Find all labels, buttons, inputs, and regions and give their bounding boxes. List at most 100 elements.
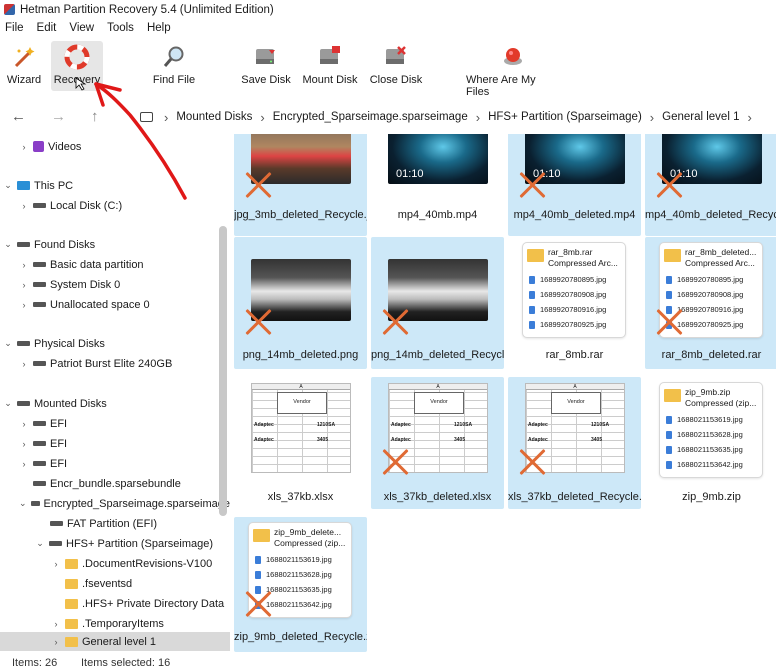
deleted-mark-icon [244,589,274,619]
archive-entry: 1689920780925.jpg [677,320,744,329]
save-disk-button[interactable]: Save Disk [240,41,292,91]
deleted-mark-icon [381,307,411,337]
tree-item-document-revisions[interactable]: › .DocumentRevisions-V100 [0,554,230,573]
back-arrow-icon[interactable]: ← [11,108,26,125]
tree-item-fat-partition[interactable]: FAT Partition (EFI) [0,514,230,533]
chevron-right-icon[interactable]: › [19,201,29,211]
chevron-down-icon[interactable]: ⌄ [19,498,27,509]
tree-item-unallocated[interactable]: › Unallocated space 0 [0,295,230,314]
chevron-down-icon[interactable]: ⌄ [3,180,13,191]
mount-disk-button[interactable]: Mount Disk [300,41,360,91]
file-tile[interactable]: jpg_3mb_deleted_Recycle.j... [234,134,367,236]
computer-icon[interactable] [140,112,153,122]
file-tile[interactable]: zip_9mb.zip Compressed (zip... 1688021153… [645,377,776,509]
tree-item-patriot[interactable]: › Patriot Burst Elite 240GB [0,354,230,373]
recovery-button[interactable]: Recovery [51,41,103,91]
menu-help[interactable]: Help [147,22,171,34]
breadcrumb-hfs-partition[interactable]: HFS+ Partition (Sparseimage) [488,111,642,123]
chevron-right-icon[interactable]: › [51,619,61,629]
chevron-right-icon[interactable]: › [19,280,29,290]
breadcrumb-encrypted-sparseimage[interactable]: Encrypted_Sparseimage.sparseimage [273,111,468,123]
chevron-right-icon[interactable]: › [19,459,29,469]
chevron-right-icon[interactable]: › [19,260,29,270]
tree-item-basic-data[interactable]: › Basic data partition [0,255,230,274]
sidebar-scrollbar[interactable] [219,226,227,516]
sheet-cell: 1210SA [591,422,610,428]
file-tile[interactable]: rar_8mb_deleted... Compressed Arc... 1689… [645,237,776,369]
tree-item-hfs-partition[interactable]: ⌄ HFS+ Partition (Sparseimage) [0,534,230,553]
tree-label: EFI [50,417,68,430]
menu-file[interactable]: File [5,22,24,34]
chevron-right-icon[interactable]: › [51,637,61,647]
drive-icon [17,341,30,346]
chevron-right-icon[interactable]: › [19,142,29,152]
tree-item-efi[interactable]: › EFI [0,414,230,433]
file-tile[interactable]: png_14mb_deleted.png [234,237,367,369]
video-duration: 01:10 [396,168,424,180]
chevron-down-icon[interactable]: ⌄ [35,538,45,549]
tree-item-encrypted-sparseimage[interactable]: ⌄ Encrypted_Sparseimage.sparseimage [0,494,230,513]
chevron-down-icon[interactable]: ⌄ [3,338,13,349]
tree-item-local-disk[interactable]: › Local Disk (C:) [0,196,230,215]
deleted-mark-icon [518,170,548,200]
lifebuoy-icon [64,44,90,70]
up-arrow-icon[interactable]: ↑ [91,108,99,125]
file-tile[interactable]: A Vendor Adaptec 1210SA Adaptec 3405 xls_37kb… [371,377,504,509]
tree-item-temporary-items[interactable]: › .TemporaryItems [0,614,230,633]
wizard-button[interactable]: Wizard [2,41,46,91]
close-disk-button[interactable]: Close Disk [368,41,424,91]
chevron-right-icon[interactable]: › [19,419,29,429]
breadcrumb-general-level[interactable]: General level 1 [662,111,739,123]
jpg-file-icon [666,290,672,299]
chevron-right-icon[interactable]: › [19,300,29,310]
forward-arrow-icon[interactable]: → [51,108,66,125]
drive-icon [49,541,62,546]
tree-item-efi[interactable]: › EFI [0,454,230,473]
chevron-right-icon[interactable]: › [19,439,29,449]
tree-item-videos[interactable]: › Videos [0,138,230,156]
tree-label: FAT Partition (EFI) [67,517,158,530]
file-tile[interactable]: A Vendor Adaptec 1210SA Adaptec 3405 xls_37kb… [508,377,641,509]
address-bar: ← → ↑ › Mounted Disks › Encrypted_Sparse… [0,104,776,131]
archive-subtitle: Compressed Arc... [548,258,618,268]
file-tile[interactable]: zip_9mb_delete... Compressed (zip... 1688… [234,517,367,652]
find-file-button[interactable]: Find File [150,41,198,91]
tree-label: Unallocated space 0 [50,298,150,311]
breadcrumb-mounted-disks[interactable]: Mounted Disks [176,111,252,123]
file-tile[interactable]: rar_8mb.rar Compressed Arc... 16899207808… [508,237,641,369]
tree-item-physical-disks[interactable]: ⌄ Physical Disks [0,334,230,353]
file-tile[interactable]: A Vendor Adaptec 1210SA Adaptec 3405 xls_37kb… [234,377,367,509]
menu-bar: File Edit View Tools Help [0,19,776,36]
tree-item-this-pc[interactable]: ⌄ This PC [0,176,230,195]
chevron-down-icon[interactable]: ⌄ [3,239,13,250]
folder-icon [65,578,78,589]
tree-item-found-disks[interactable]: ⌄ Found Disks [0,235,230,254]
tree-item-encr-bundle[interactable]: Encr_bundle.sparsebundle [0,474,230,493]
chevron-right-icon[interactable]: › [51,559,61,569]
tree-label: Basic data partition [50,258,144,271]
tree-item-hfs-private[interactable]: .HFS+ Private Directory Data [0,594,230,613]
chevron-right-icon[interactable]: › [747,110,751,125]
where-are-my-files-button[interactable]: Where Are My Files [466,41,560,98]
file-tile[interactable]: png_14mb_deleted_Recycl... [371,237,504,369]
menu-edit[interactable]: Edit [37,22,57,34]
chevron-right-icon[interactable]: › [19,359,29,369]
file-tile[interactable]: 01:10 mp4_40mb_deleted_Recycl... [645,134,776,236]
tree-item-efi[interactable]: › EFI [0,434,230,453]
tree-label: Local Disk (C:) [50,199,123,212]
file-tile[interactable]: 01:10 mp4_40mb_deleted.mp4 [508,134,641,236]
archive-entry: 1688021153628.jpg [266,570,332,579]
app-icon [4,4,15,15]
tree-item-general-level[interactable]: › General level 1 [0,632,230,651]
chevron-down-icon[interactable]: ⌄ [3,398,13,409]
tree-item-system-disk[interactable]: › System Disk 0 [0,275,230,294]
sheet-cell: Adaptec [254,437,274,443]
tree-label: Physical Disks [34,337,105,350]
menu-tools[interactable]: Tools [107,22,134,34]
tree-item-fseventsd[interactable]: .fseventsd [0,574,230,593]
menu-view[interactable]: View [69,22,94,34]
file-name: png_14mb_deleted.png [242,349,359,361]
file-tile[interactable]: 01:10 mp4_40mb.mp4 [371,134,504,236]
tree-item-mounted-disks[interactable]: ⌄ Mounted Disks [0,394,230,413]
tree-label: Found Disks [34,238,96,251]
